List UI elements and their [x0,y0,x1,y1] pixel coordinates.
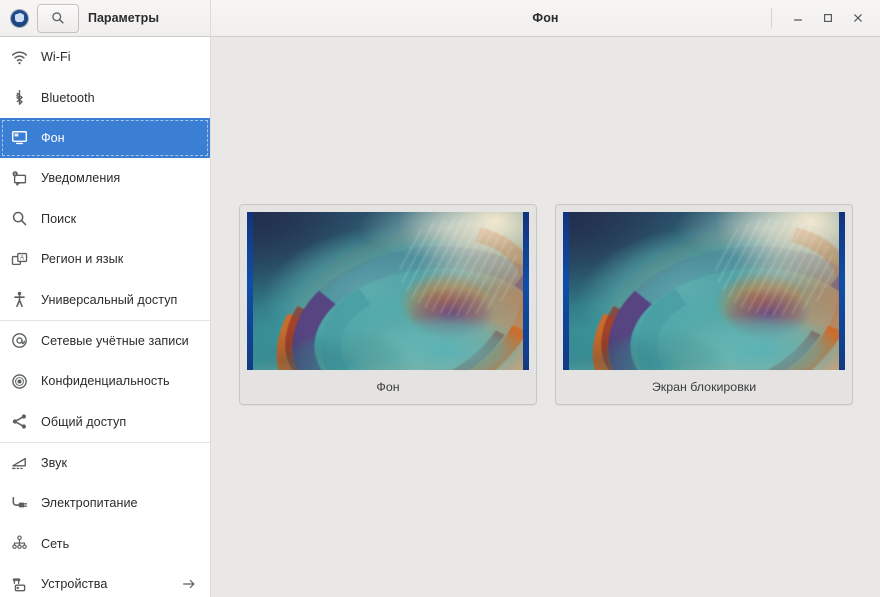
privacy-icon [11,373,28,390]
sidebar-item-label: Устройства [41,577,107,591]
page-title: Фон [532,11,558,25]
sidebar-item-sharing[interactable]: Общий доступ [0,402,210,442]
search-button[interactable] [37,4,79,33]
app-title: Параметры [88,11,159,25]
background-icon [11,129,28,146]
wallpaper-fluid-thumbnail[interactable] [563,212,845,370]
sharing-icon [11,413,28,430]
sidebar-item-bluetooth[interactable]: Bluetooth [0,77,210,117]
background-icon [11,129,28,146]
online-accounts-icon [11,332,28,349]
wallpaper-right-edge [523,212,529,370]
wallpaper-left-edge [247,212,253,370]
sidebar-item-notifications[interactable]: 0 Уведомления [0,158,210,198]
sidebar: Wi-Fi Bluetooth Фон 0 Уведомления Поиск A Регио… [0,37,211,597]
sidebar-item-label: Регион и язык [41,252,123,266]
titlebar-left-section: Параметры [0,0,211,36]
titlebar-divider [771,8,772,28]
sidebar-item-label: Bluetooth [41,91,95,105]
svg-text:0: 0 [14,172,16,176]
wallpaper-left-edge [563,212,569,370]
sidebar-item-region-language[interactable]: A Регион и язык [0,239,210,279]
wallpaper-image [563,212,845,370]
sidebar-item-label: Поиск [41,212,76,226]
settings-window: Параметры Фон [0,0,880,597]
sidebar-item-search[interactable]: Поиск [0,199,210,239]
wifi-icon [11,49,28,66]
power-icon [11,495,28,512]
network-icon [11,535,28,552]
sidebar-item-label: Сетевые учётные записи [41,334,189,348]
sound-icon [11,455,28,472]
wallpaper-fluid-thumbnail[interactable] [247,212,529,370]
maximize-button[interactable] [814,4,842,32]
wifi-icon [11,49,28,66]
maximize-icon [822,12,834,24]
region-language-icon: A [11,251,28,268]
wallpaper-card-caption: Фон [247,370,529,404]
settings-app-icon [11,10,28,27]
minimize-icon [792,12,804,24]
search-icon [51,11,65,25]
sidebar-item-label: Общий доступ [41,415,126,429]
sidebar-item-wifi[interactable]: Wi-Fi [0,37,210,77]
notifications-icon: 0 [11,170,28,187]
wallpaper-card-caption: Экран блокировки [563,370,845,404]
minimize-button[interactable] [784,4,812,32]
sidebar-item-devices[interactable]: Устройства [0,564,210,597]
wallpaper-card[interactable]: Экран блокировки [555,204,853,405]
bluetooth-icon [11,89,28,106]
privacy-icon [11,373,28,390]
sidebar-item-label: Электропитание [41,496,138,510]
devices-icon [11,576,28,593]
accessibility-icon [11,291,28,308]
devices-icon [11,576,28,593]
window-body: Wi-Fi Bluetooth Фон 0 Уведомления Поиск A Регио… [0,37,880,597]
wallpaper-card[interactable]: Фон [239,204,537,405]
window-controls [771,0,880,36]
arrow-right-icon [181,576,197,592]
svg-text:A: A [20,255,24,261]
sidebar-item-privacy[interactable]: Конфиденциальность [0,361,210,401]
sound-icon [11,455,28,472]
search-icon [11,210,28,227]
sidebar-item-background[interactable]: Фон [0,118,210,158]
sidebar-item-label: Конфиденциальность [41,374,170,388]
wallpaper-right-edge [839,212,845,370]
region-language-icon: A [11,251,28,268]
sidebar-item-sound[interactable]: Звук [0,443,210,483]
sidebar-item-label: Wi-Fi [41,50,71,64]
main-content: Фон Экран блокировки [211,37,880,597]
sidebar-item-label: Уведомления [41,171,120,185]
wallpaper-card-list: Фон Экран блокировки [239,204,853,405]
sidebar-item-online-accounts[interactable]: Сетевые учётные записи [0,321,210,361]
sidebar-item-label: Звук [41,456,67,470]
sharing-icon [11,413,28,430]
network-icon [11,535,28,552]
titlebar: Параметры Фон [0,0,880,37]
sidebar-item-accessibility[interactable]: Универсальный доступ [0,279,210,319]
notifications-icon: 0 [11,170,28,187]
online-accounts-icon [11,332,28,349]
wallpaper-image [247,212,529,370]
sidebar-item-network[interactable]: Сеть [0,524,210,564]
sidebar-item-label: Универсальный доступ [41,293,177,307]
accessibility-icon [11,291,28,308]
sidebar-item-label: Фон [41,131,65,145]
close-icon [852,12,864,24]
search-icon [11,210,28,227]
sidebar-item-label: Сеть [41,537,69,551]
power-icon [11,495,28,512]
close-button[interactable] [844,4,872,32]
bluetooth-icon [11,89,28,106]
sidebar-item-power[interactable]: Электропитание [0,483,210,523]
